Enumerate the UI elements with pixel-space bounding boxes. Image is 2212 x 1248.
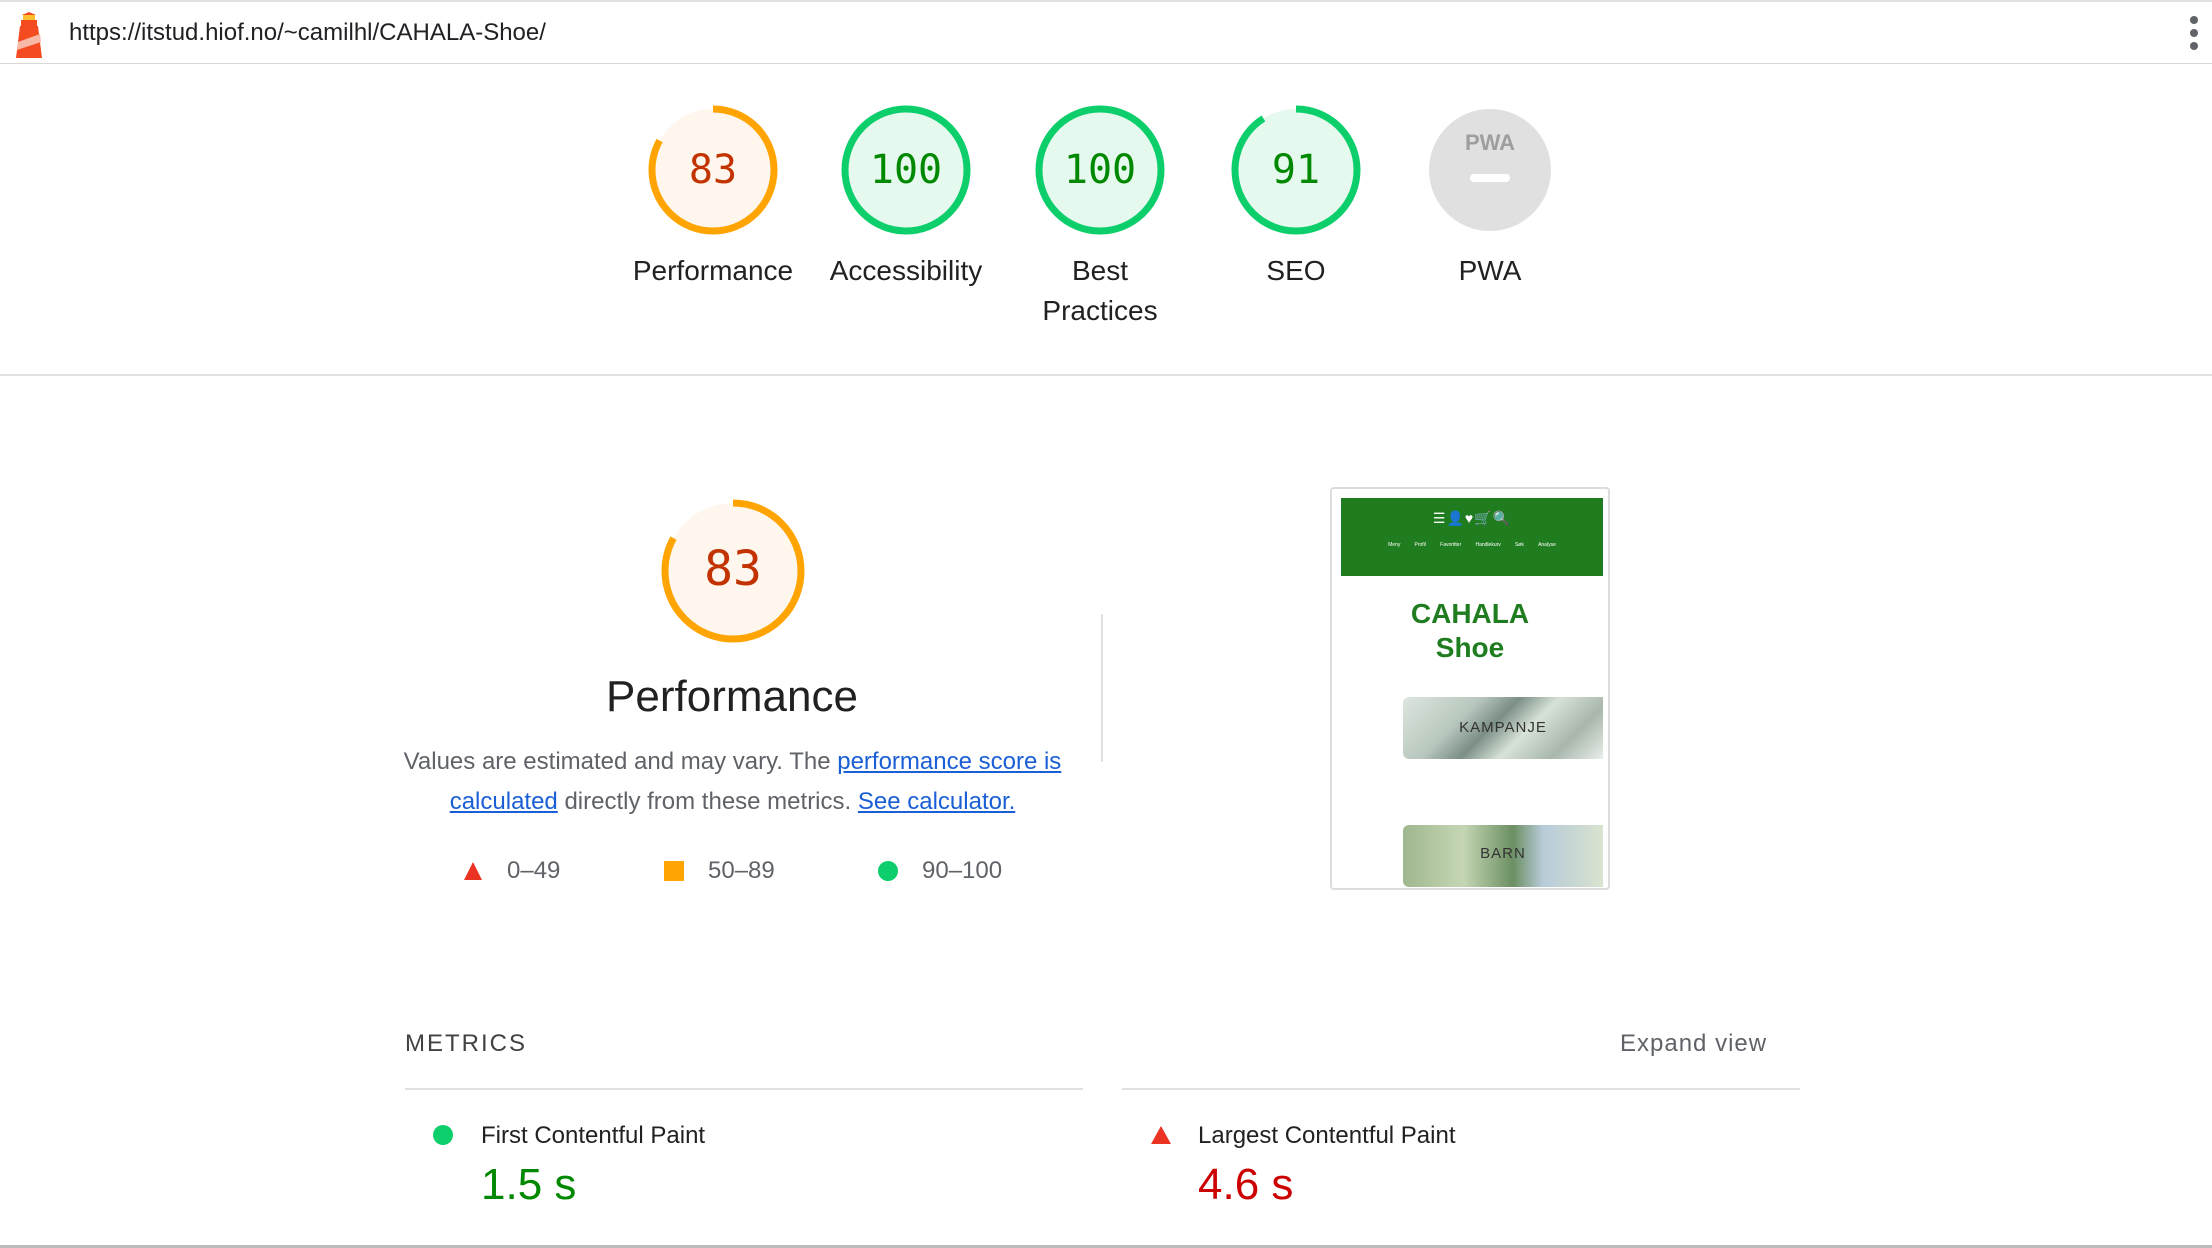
metric-lcp-value: 4.6 s bbox=[1198, 1160, 1294, 1209]
final-screenshot-thumbnail[interactable]: ☰👤♥🛒🔍 Meny Profil Favoritter Handlekurv … bbox=[1330, 487, 1610, 890]
description-text: Values are estimated and may vary. The bbox=[403, 748, 838, 775]
brand-line-2: Shoe bbox=[1435, 632, 1505, 663]
pwa-badge-text: PWA bbox=[1465, 130, 1515, 155]
gauge-label: Best Practices bbox=[1042, 255, 1158, 326]
thumbnail-campaign-image: KAMPANJE bbox=[1403, 697, 1603, 759]
campaign-label: KAMPANJE bbox=[1459, 719, 1547, 736]
gauge-performance[interactable]: 83 Performance bbox=[613, 104, 813, 291]
metric-fcp-title: First Contentful Paint bbox=[481, 1122, 706, 1149]
lighthouse-logo-icon bbox=[16, 12, 42, 58]
legend-range: 0–49 bbox=[507, 857, 561, 884]
section-divider bbox=[0, 374, 2212, 376]
gauge-score: 100 bbox=[1064, 147, 1136, 193]
metric-lcp-title: Largest Contentful Paint bbox=[1198, 1122, 1456, 1149]
gauge-ring: 91 bbox=[1231, 105, 1361, 235]
thumbnail-header: ☰👤♥🛒🔍 Meny Profil Favoritter Handlekurv … bbox=[1341, 498, 1603, 576]
gauge-score: 91 bbox=[1272, 147, 1320, 193]
gauge-ring: PWA bbox=[1429, 109, 1551, 231]
gauge-ring: 100 bbox=[841, 105, 971, 235]
legend-range: 50–89 bbox=[708, 857, 775, 884]
gauge-best-practices[interactable]: 100 Best Practices bbox=[1000, 104, 1200, 331]
thumbnail-nav: Meny Profil Favoritter Handlekurv Søk An… bbox=[1341, 542, 1603, 548]
description-text-2: directly from these metrics. bbox=[557, 788, 858, 815]
thumbnail-nav-item: Profil bbox=[1414, 542, 1426, 548]
metrics-rule-right bbox=[1122, 1088, 1800, 1090]
gauge-label: Accessibility bbox=[829, 255, 983, 286]
circle-icon bbox=[878, 861, 898, 881]
thumbnail-nav-item: Meny bbox=[1388, 542, 1401, 548]
see-calculator-link[interactable]: See calculator. bbox=[858, 788, 1015, 815]
gauge-fill bbox=[1429, 109, 1551, 231]
performance-title: Performance bbox=[606, 672, 858, 721]
performance-score-large: 83 bbox=[704, 541, 762, 597]
gauge-label: PWA bbox=[1458, 255, 1522, 286]
gauge-label: Performance bbox=[632, 255, 794, 286]
expand-view-button[interactable]: Expand view bbox=[1620, 1030, 1767, 1058]
legend-pass: 90–100 bbox=[878, 857, 1002, 885]
gauge-score: 83 bbox=[689, 147, 737, 193]
vertical-divider bbox=[1101, 614, 1103, 762]
square-icon bbox=[664, 861, 684, 881]
url-bar: https://itstud.hiof.no/~camilhl/CAHALA-S… bbox=[0, 0, 2212, 64]
triangle-icon bbox=[464, 862, 482, 880]
gauge-accessibility[interactable]: 100 Accessibility bbox=[806, 104, 1006, 291]
fail-triangle-icon bbox=[1151, 1126, 1171, 1144]
metric-fcp-value: 1.5 s bbox=[481, 1160, 577, 1209]
legend-fail: 0–49 bbox=[463, 857, 560, 885]
gauge-label: SEO bbox=[1266, 255, 1326, 286]
legend-average: 50–89 bbox=[664, 857, 775, 885]
gauge-seo[interactable]: 91 SEO bbox=[1196, 104, 1396, 291]
legend-range: 90–100 bbox=[922, 857, 1003, 884]
metrics-heading: METRICS bbox=[405, 1030, 527, 1057]
performance-gauge-large: 83 bbox=[661, 499, 805, 643]
pass-circle-icon bbox=[433, 1125, 453, 1145]
gauge-ring: 83 bbox=[648, 105, 778, 235]
pwa-dash-icon bbox=[1470, 174, 1510, 182]
gauge-pwa[interactable]: PWA PWA bbox=[1390, 104, 1590, 291]
thumbnail-nav-item: Søk bbox=[1514, 542, 1524, 548]
brand-line-1: CAHALA bbox=[1410, 598, 1530, 629]
thumbnail-nav-item: Analyse bbox=[1538, 542, 1556, 548]
gauge-ring: 100 bbox=[1035, 105, 1165, 235]
thumbnail-nav-item: Favoritter bbox=[1440, 542, 1462, 548]
thumbnail-brand: CAHALA Shoe bbox=[1332, 597, 1608, 665]
performance-description: Values are estimated and may vary. The p… bbox=[400, 742, 1065, 822]
kids-label: BARN bbox=[1480, 845, 1526, 862]
thumbnail-nav-item: Handlekurv bbox=[1475, 542, 1501, 548]
metrics-rule-left bbox=[405, 1088, 1083, 1090]
thumbnail-nav-icons: ☰👤♥🛒🔍 bbox=[1432, 510, 1512, 526]
page-url: https://itstud.hiof.no/~camilhl/CAHALA-S… bbox=[69, 19, 546, 46]
gauge-score: 100 bbox=[870, 147, 942, 193]
thumbnail-kids-image: BARN bbox=[1403, 825, 1603, 887]
more-options-icon[interactable] bbox=[2190, 16, 2200, 54]
